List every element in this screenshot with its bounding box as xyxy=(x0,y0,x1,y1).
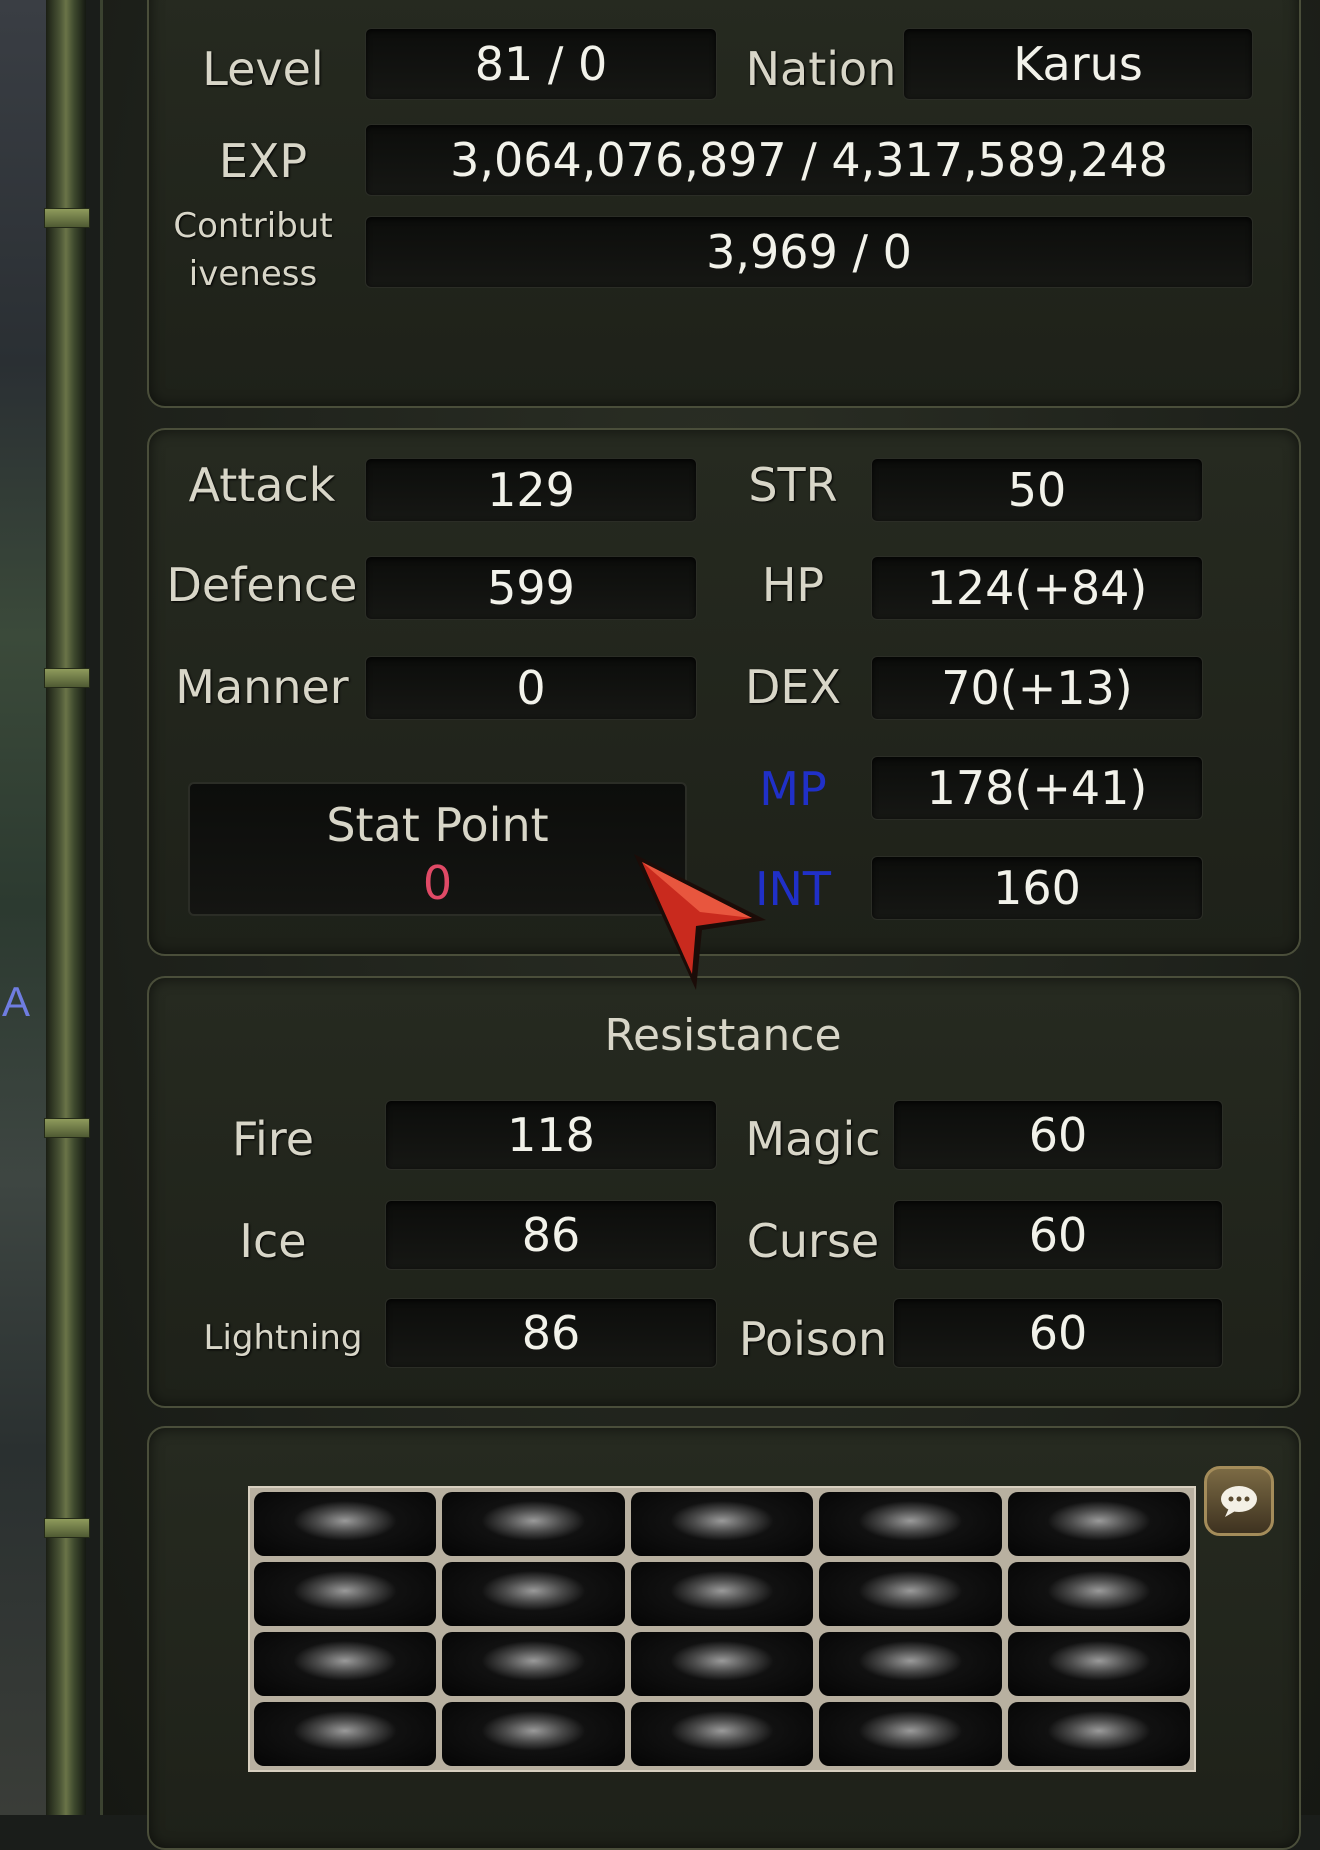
fire-value: 118 xyxy=(385,1100,717,1170)
attack-value: 129 xyxy=(365,458,697,522)
world-text: A xyxy=(2,978,31,1025)
str-value: 50 xyxy=(871,458,1203,522)
defence-value: 599 xyxy=(365,556,697,620)
magic-value: 60 xyxy=(893,1100,1223,1170)
poison-value: 60 xyxy=(893,1298,1223,1368)
inventory-slot[interactable] xyxy=(442,1492,625,1556)
inventory-slot[interactable] xyxy=(1007,1492,1190,1556)
inventory-slot[interactable] xyxy=(630,1492,814,1556)
rail-knob xyxy=(44,208,90,228)
dex-label: DEX xyxy=(745,660,841,714)
inventory-slot[interactable] xyxy=(254,1632,437,1696)
nation-label: Nation xyxy=(745,42,897,96)
panel-rail xyxy=(46,0,86,1815)
exp-value: 3,064,076,897 / 4,317,589,248 xyxy=(365,124,1253,196)
manner-label: Manner xyxy=(175,660,349,714)
inventory-slot[interactable] xyxy=(1007,1702,1190,1766)
inventory-slot[interactable] xyxy=(630,1562,814,1626)
inventory-slot[interactable] xyxy=(819,1562,1002,1626)
stat-point-box: Stat Point 0 xyxy=(188,782,687,916)
level-label: Level xyxy=(202,42,324,96)
dex-value: 70(+13) xyxy=(871,656,1203,720)
curse-label: Curse xyxy=(746,1214,880,1268)
chat-bubble-icon[interactable] xyxy=(1204,1466,1274,1536)
lightning-label: Lightning xyxy=(203,1318,363,1358)
inventory-slot[interactable] xyxy=(442,1632,625,1696)
stat-point-value: 0 xyxy=(422,856,453,910)
contributiveness-label-line1: Contribut xyxy=(173,206,333,246)
attack-label: Attack xyxy=(188,458,336,512)
ice-value: 86 xyxy=(385,1200,717,1270)
str-label: STR xyxy=(748,458,838,512)
inventory-slot[interactable] xyxy=(1007,1632,1190,1696)
inventory-slot[interactable] xyxy=(819,1492,1002,1556)
defence-label: Defence xyxy=(166,558,358,612)
inventory-slot[interactable] xyxy=(442,1562,625,1626)
rail-knob xyxy=(44,668,90,688)
rail-knob xyxy=(44,1518,90,1538)
inventory-slot[interactable] xyxy=(254,1702,437,1766)
contributiveness-value: 3,969 / 0 xyxy=(365,216,1253,288)
curse-value: 60 xyxy=(893,1200,1223,1270)
hp-label: HP xyxy=(761,558,825,612)
nation-value: Karus xyxy=(903,28,1253,100)
lightning-value: 86 xyxy=(385,1298,717,1368)
inventory-slot[interactable] xyxy=(630,1702,814,1766)
ice-label: Ice xyxy=(239,1214,307,1268)
inventory-slot[interactable] xyxy=(442,1702,625,1766)
manner-value: 0 xyxy=(365,656,697,720)
inventory-slot[interactable] xyxy=(819,1702,1002,1766)
hp-value: 124(+84) xyxy=(871,556,1203,620)
inventory-slot[interactable] xyxy=(1007,1562,1190,1626)
inventory-slot[interactable] xyxy=(254,1492,437,1556)
level-value: 81 / 0 xyxy=(365,28,717,100)
poison-label: Poison xyxy=(738,1312,888,1366)
inventory-slot[interactable] xyxy=(630,1632,814,1696)
int-value: 160 xyxy=(871,856,1203,920)
inventory-slot[interactable] xyxy=(819,1632,1002,1696)
inventory-grid xyxy=(248,1486,1196,1772)
resistance-title: Resistance xyxy=(604,1010,842,1061)
mp-value: 178(+41) xyxy=(871,756,1203,820)
mp-label: MP xyxy=(759,762,827,816)
fire-label: Fire xyxy=(231,1112,315,1166)
stat-point-label: Stat Point xyxy=(326,798,549,852)
contributiveness-label-line2: iveness xyxy=(188,254,318,294)
rail-knob xyxy=(44,1118,90,1138)
inventory-slot[interactable] xyxy=(254,1562,437,1626)
exp-label: EXP xyxy=(218,134,308,188)
magic-label: Magic xyxy=(745,1112,881,1166)
red-arrow-cursor-icon xyxy=(630,850,770,990)
